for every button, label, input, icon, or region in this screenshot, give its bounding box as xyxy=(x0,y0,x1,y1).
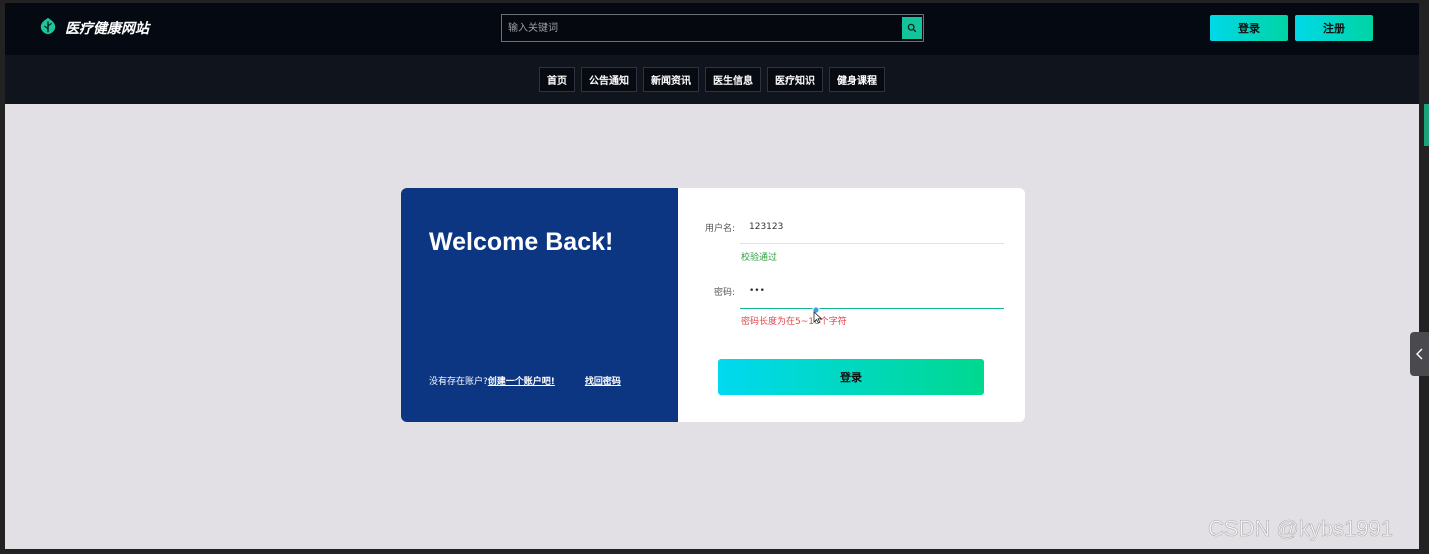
username-underline xyxy=(740,243,1004,244)
mouse-cursor-icon xyxy=(812,306,823,324)
forgot-password-link[interactable]: 找回密码 xyxy=(585,374,621,387)
welcome-panel: Welcome Back! 没有存在账户? 创建一个账户吧! 找回密码 xyxy=(401,188,678,422)
nav-item-home[interactable]: 首页 xyxy=(539,67,575,92)
search-icon xyxy=(907,23,917,33)
browser-viewport: 医疗健康网站 登录 注册 首页 公告通知 新闻资讯 医生信息 医疗知识 健身课程… xyxy=(5,3,1419,549)
nav-item-medical-knowledge[interactable]: 医疗知识 xyxy=(767,67,823,92)
site-title: 医疗健康网站 xyxy=(65,21,149,37)
collapse-side-panel-button[interactable] xyxy=(1410,332,1429,376)
header-register-button[interactable]: 注册 xyxy=(1295,15,1373,41)
no-account-text: 没有存在账户? xyxy=(429,377,488,387)
nav-item-news[interactable]: 新闻资讯 xyxy=(643,67,699,92)
account-links: 没有存在账户? 创建一个账户吧! 找回密码 xyxy=(429,374,621,387)
password-underline xyxy=(740,308,1004,309)
watermark: CSDN @kybs1991 xyxy=(1208,516,1394,542)
search-button[interactable] xyxy=(902,17,922,39)
nav-item-fitness-courses[interactable]: 健身课程 xyxy=(829,67,885,92)
username-label: 用户名: xyxy=(704,224,735,234)
top-header: 医疗健康网站 登录 注册 xyxy=(5,3,1419,55)
username-input[interactable] xyxy=(740,215,1004,239)
chevron-left-icon xyxy=(1415,348,1422,360)
main-nav: 首页 公告通知 新闻资讯 医生信息 医疗知识 健身课程 xyxy=(5,55,1419,104)
search-box xyxy=(501,14,924,42)
username-validation-message: 校验通过 xyxy=(741,253,778,263)
login-card: Welcome Back! 没有存在账户? 创建一个账户吧! 找回密码 用户名:… xyxy=(401,188,1025,422)
nav-item-doctors[interactable]: 医生信息 xyxy=(705,67,761,92)
site-logo[interactable]: 医疗健康网站 xyxy=(39,17,149,39)
leaf-logo-icon xyxy=(39,17,57,39)
search-input[interactable] xyxy=(502,15,897,41)
welcome-heading: Welcome Back! xyxy=(429,228,614,256)
side-accent xyxy=(1424,104,1429,146)
password-input[interactable] xyxy=(740,279,1004,303)
password-validation-message: 密码长度为在5~16个字符 xyxy=(741,317,847,327)
login-submit-button[interactable]: 登录 xyxy=(718,359,984,395)
password-label: 密码: xyxy=(713,288,735,298)
create-account-link[interactable]: 创建一个账户吧! xyxy=(488,374,555,387)
nav-item-announcements[interactable]: 公告通知 xyxy=(581,67,637,92)
header-login-button[interactable]: 登录 xyxy=(1210,15,1288,41)
